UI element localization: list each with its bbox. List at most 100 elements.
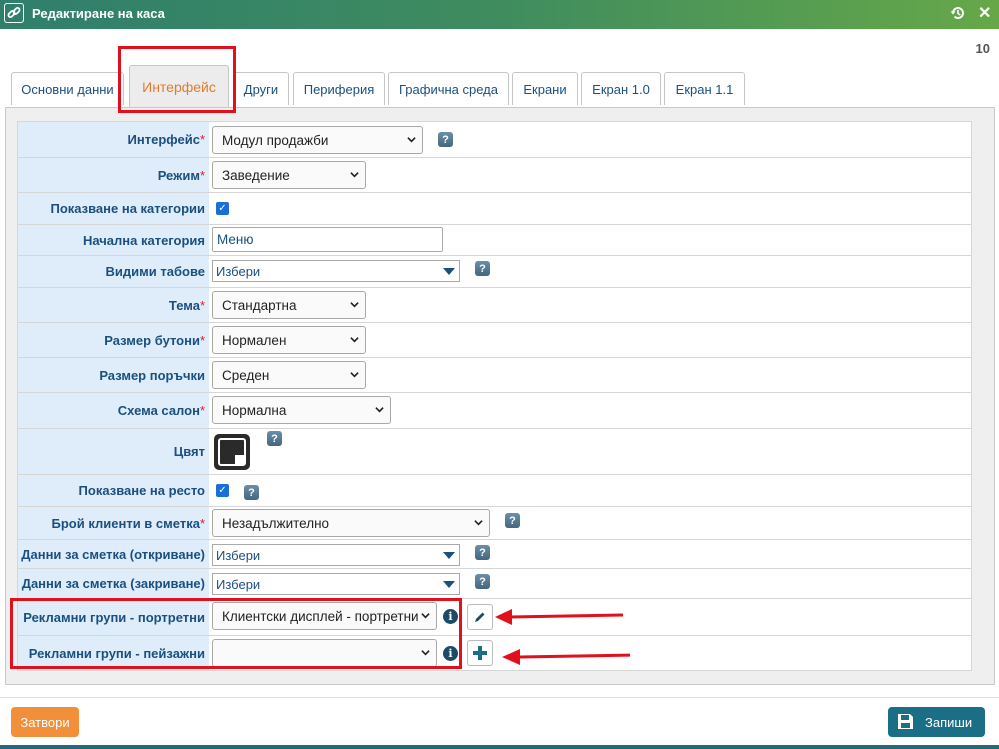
plus-icon xyxy=(473,646,487,660)
help-icon[interactable]: ? xyxy=(438,132,453,147)
history-icon[interactable] xyxy=(949,4,967,22)
help-icon[interactable]: ? xyxy=(267,431,282,446)
row-button-size: Размер бутони * Нормален xyxy=(18,323,972,358)
window-titlebar: Редактиране на каса ✕ xyxy=(0,0,999,29)
start-category-input[interactable]: Меню xyxy=(212,227,443,252)
field-label: Видими табове xyxy=(105,264,205,279)
tab-screens[interactable]: Екрани xyxy=(512,72,578,105)
chevron-down-icon xyxy=(350,172,359,178)
link-icon xyxy=(4,3,24,23)
bill-open-multiselect[interactable]: Избери xyxy=(212,544,460,566)
ads-landscape-select[interactable] xyxy=(212,639,437,667)
record-id: 10 xyxy=(975,41,990,56)
required-mark: * xyxy=(199,332,205,348)
row-start-category: Начална категория Меню xyxy=(18,225,972,256)
salon-scheme-select[interactable]: Нормална xyxy=(212,396,391,424)
chevron-down-icon xyxy=(407,137,416,143)
field-label: Данни за сметка (закриване) xyxy=(21,576,205,591)
dropdown-arrow-icon xyxy=(443,268,455,275)
dropdown-arrow-icon xyxy=(443,581,455,588)
annotation-arrows xyxy=(495,609,630,665)
chevron-down-icon xyxy=(474,520,483,526)
field-label: Схема салон xyxy=(117,403,200,418)
dropdown-arrow-icon xyxy=(443,552,455,559)
required-mark: * xyxy=(199,297,205,313)
form-panel: Интерфейс * Модул продажби ? Режим * Завед… xyxy=(5,107,995,685)
interface-select[interactable]: Модул продажби xyxy=(212,126,423,154)
row-clients-count: Брой клиенти в сметка * Незадължително ? xyxy=(18,507,972,540)
row-show-change: Показване на ресто ✓ ? xyxy=(18,475,972,507)
row-bill-open: Данни за сметка (откриване) Избери ? xyxy=(18,540,972,569)
field-label: Цвят xyxy=(173,444,205,459)
info-icon[interactable]: i xyxy=(443,646,458,661)
chevron-down-icon xyxy=(421,613,430,619)
tab-screen-1-0[interactable]: Екран 1.0 xyxy=(581,72,661,105)
tab-other[interactable]: Други xyxy=(233,72,289,105)
visible-tabs-multiselect[interactable]: Избери xyxy=(212,260,460,282)
field-label: Режим xyxy=(157,167,200,183)
bill-close-multiselect[interactable]: Избери xyxy=(212,573,460,595)
color-dropdown-marker xyxy=(235,455,244,464)
chevron-down-icon xyxy=(350,372,359,378)
help-icon[interactable]: ? xyxy=(505,513,520,528)
bottom-strip xyxy=(0,745,999,749)
button-size-select[interactable]: Нормален xyxy=(212,326,366,354)
row-theme: Тема * Стандартна xyxy=(18,288,972,323)
required-mark: * xyxy=(199,515,205,531)
field-label: Размер поръчки xyxy=(99,367,205,383)
row-color: Цвят ? xyxy=(18,429,972,475)
pencil-icon xyxy=(475,612,485,622)
row-bill-close: Данни за сметка (закриване) Избери ? xyxy=(18,569,972,599)
field-label: Рекламни групи - портретни xyxy=(23,609,205,625)
row-show-categories: Показване на категории ✓ xyxy=(18,193,972,225)
field-label: Данни за сметка (откриване) xyxy=(21,546,205,562)
required-mark: * xyxy=(199,132,205,147)
theme-select[interactable]: Стандартна xyxy=(212,291,366,319)
chevron-down-icon xyxy=(375,407,384,413)
footer-divider xyxy=(0,697,999,698)
order-size-select[interactable]: Среден xyxy=(212,361,366,389)
required-mark: * xyxy=(199,167,205,183)
field-label: Тема xyxy=(168,297,200,313)
save-button[interactable]: Запиши xyxy=(888,707,985,737)
chevron-down-icon xyxy=(421,650,430,656)
save-button-label: Запиши xyxy=(925,715,973,730)
row-interface: Интерфейс * Модул продажби ? xyxy=(18,122,972,158)
field-label: Показване на ресто xyxy=(78,483,205,498)
row-salon-scheme: Схема салон * Нормална xyxy=(18,393,972,429)
field-label: Рекламни групи - пейзажни xyxy=(28,645,205,661)
show-change-checkbox[interactable]: ✓ xyxy=(216,484,229,497)
help-icon[interactable]: ? xyxy=(475,261,490,276)
tab-peripherals[interactable]: Периферия xyxy=(293,72,385,105)
info-icon[interactable]: i xyxy=(443,609,458,624)
chevron-down-icon xyxy=(350,337,359,343)
row-order-size: Размер поръчки Среден xyxy=(18,358,972,393)
tab-interface[interactable]: Интерфейс xyxy=(129,65,229,107)
color-picker[interactable] xyxy=(214,434,250,470)
color-swatch xyxy=(218,438,246,466)
row-visible-tabs: Видими табове Избери ? xyxy=(18,256,972,288)
help-icon[interactable]: ? xyxy=(475,574,490,589)
ads-portrait-select[interactable]: Клиентски дисплей - портретни xyxy=(212,602,437,630)
field-label: Показване на категории xyxy=(50,201,205,216)
close-icon[interactable]: ✕ xyxy=(978,3,991,23)
field-label: Интерфейс xyxy=(127,132,200,147)
chevron-down-icon xyxy=(350,302,359,308)
settings-form: Интерфейс * Модул продажби ? Режим * Завед… xyxy=(17,121,972,671)
tab-main-data[interactable]: Основни данни xyxy=(11,72,124,105)
row-mode: Режим * Заведение xyxy=(18,158,972,193)
clients-count-select[interactable]: Незадължително xyxy=(212,509,490,537)
floppy-disk-icon xyxy=(898,714,913,729)
tab-screen-1-1[interactable]: Екран 1.1 xyxy=(664,72,745,105)
field-label: Размер бутони xyxy=(104,332,200,348)
required-mark: * xyxy=(199,403,205,418)
field-label: Начална категория xyxy=(82,232,205,248)
tab-graphics[interactable]: Графична среда xyxy=(388,72,509,105)
close-button[interactable]: Затвори xyxy=(11,707,79,737)
mode-select[interactable]: Заведение xyxy=(212,161,366,189)
help-icon[interactable]: ? xyxy=(475,545,490,560)
field-label: Брой клиенти в сметка xyxy=(51,515,200,531)
help-icon[interactable]: ? xyxy=(244,485,259,500)
show-categories-checkbox[interactable]: ✓ xyxy=(216,202,229,215)
window-title: Редактиране на каса xyxy=(32,6,165,21)
